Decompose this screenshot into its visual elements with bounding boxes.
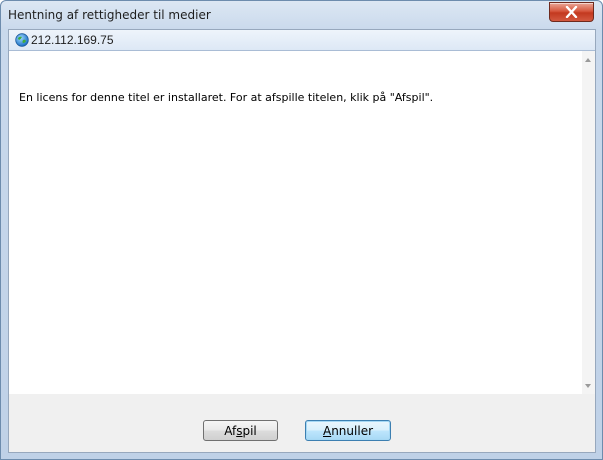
play-label-post: pil — [242, 424, 257, 438]
cancel-label-accel: A — [322, 424, 332, 438]
scroll-down-arrow-icon[interactable] — [585, 384, 591, 388]
play-label-pre: Af — [224, 424, 237, 438]
media-rights-dialog: Hentning af rettigheder til medier 212.1… — [0, 0, 603, 460]
address-bar: 212.112.169.75 — [9, 30, 595, 51]
play-button[interactable]: Afspil — [203, 420, 278, 441]
window-title: Hentning af rettigheder til medier — [8, 8, 211, 22]
button-bar: Afspil Annuller — [9, 394, 595, 452]
license-message: En licens for denne titel er installaret… — [19, 91, 434, 104]
dialog-body: 212.112.169.75 En licens for denne titel… — [8, 29, 596, 453]
close-icon — [565, 6, 578, 18]
globe-icon — [15, 33, 29, 47]
vertical-scrollbar[interactable] — [582, 51, 595, 394]
scroll-up-arrow-icon[interactable] — [585, 58, 591, 62]
cancel-label-post: nnuller — [331, 424, 374, 438]
title-bar[interactable]: Hentning af rettigheder til medier — [1, 1, 602, 28]
license-content: En licens for denne titel er installaret… — [9, 51, 582, 394]
server-address: 212.112.169.75 — [31, 33, 114, 47]
close-button[interactable] — [549, 2, 594, 22]
cancel-button[interactable]: Annuller — [305, 420, 391, 441]
